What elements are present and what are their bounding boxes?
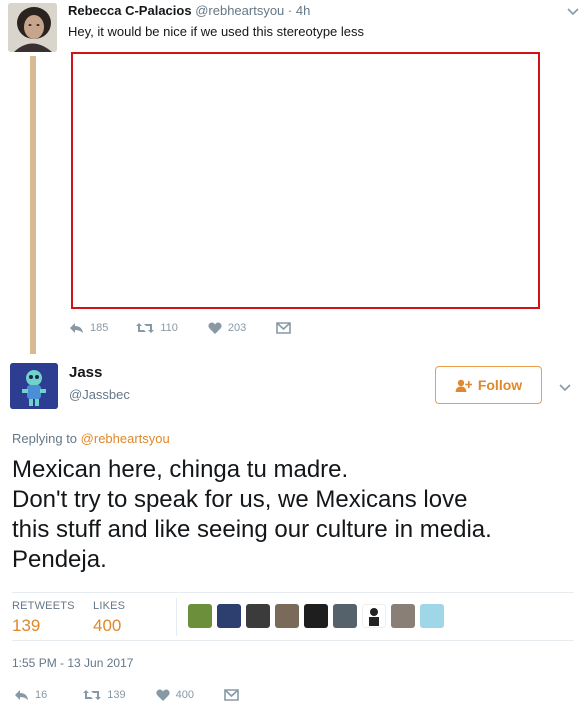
author-handle[interactable]: @Jassbec <box>69 387 130 402</box>
liker-avatar[interactable] <box>362 604 386 628</box>
parent-reply-action[interactable]: 185 <box>69 322 108 334</box>
follow-button-label: Follow <box>477 377 523 393</box>
reply-icon <box>70 323 83 333</box>
parent-like-action[interactable]: 203 <box>208 322 246 334</box>
retweet-count: 139 <box>107 689 126 701</box>
retweet-action[interactable]: 139 <box>83 689 126 701</box>
thread-connector-line <box>30 56 36 354</box>
liker-avatar[interactable] <box>246 604 270 628</box>
liker-avatar[interactable] <box>217 604 241 628</box>
parent-dm-action[interactable] <box>276 322 292 334</box>
stats-top-divider <box>12 592 574 593</box>
like-count: 400 <box>175 689 194 701</box>
liker-avatar[interactable] <box>333 604 357 628</box>
parent-author-name[interactable]: Rebecca C-Palacios <box>68 3 192 18</box>
liker-avatar[interactable] <box>420 604 444 628</box>
tweet-text: Mexican here, chinga tu madre. Don't try… <box>12 455 580 575</box>
author-name[interactable]: Jass <box>69 364 102 381</box>
parent-chevron-down-icon[interactable] <box>567 4 579 19</box>
liker-avatars <box>188 604 449 628</box>
tweet-chevron-down-icon[interactable] <box>559 380 571 395</box>
parent-tweet-time[interactable]: 4h <box>296 3 310 18</box>
replying-to: Replying to @rebheartsyou <box>12 431 170 446</box>
direct-message-icon <box>224 689 239 701</box>
follow-button[interactable]: Follow <box>435 366 542 404</box>
tweet-actions: 16 139 400 <box>14 689 239 701</box>
parent-time-separator: · <box>287 3 293 18</box>
likes-label: LIKES <box>93 600 126 612</box>
parent-author-handle[interactable]: @rebheartsyou <box>195 3 284 18</box>
reply-action[interactable]: 16 <box>14 689 47 701</box>
tweet-timestamp[interactable]: 1:55 PM - 13 Jun 2017 <box>12 656 133 670</box>
retweet-icon <box>136 323 155 333</box>
reply-count: 16 <box>35 689 48 701</box>
likes-value: 400 <box>93 616 122 635</box>
liker-avatar[interactable] <box>304 604 328 628</box>
heart-icon <box>155 689 170 701</box>
liker-avatar[interactable] <box>188 604 212 628</box>
tweet-text-line: this stuff and like seeing our culture i… <box>12 516 492 543</box>
liker-avatar[interactable] <box>391 604 415 628</box>
stats-separator <box>176 598 177 636</box>
liker-avatar[interactable] <box>275 604 299 628</box>
parent-retweet-count: 110 <box>160 322 178 334</box>
heart-icon <box>208 322 222 334</box>
avatar-rebecca-image <box>8 3 57 52</box>
parent-retweet-action[interactable]: 110 <box>136 322 178 334</box>
parent-like-count: 203 <box>227 322 247 334</box>
parent-tweet-media-placeholder[interactable] <box>71 52 540 309</box>
follow-user-icon <box>455 379 472 392</box>
retweets-stat[interactable]: RETWEETS 139 <box>12 600 75 636</box>
direct-message-icon <box>276 322 292 334</box>
likes-stat[interactable]: LIKES 400 <box>93 600 125 636</box>
retweets-value: 139 <box>12 616 41 635</box>
parent-reply-count: 185 <box>90 322 109 334</box>
tweet-text-line: Don't try to speak for us, we Mexicans l… <box>12 486 468 513</box>
avatar-jass[interactable] <box>10 363 58 409</box>
avatar-jass-image <box>10 363 58 409</box>
retweets-label: RETWEETS <box>12 600 75 612</box>
parent-tweet-actions: 185 110 203 <box>69 322 292 334</box>
tweet-text-line: Pendeja. <box>12 546 107 573</box>
like-action[interactable]: 400 <box>155 689 194 701</box>
avatar-rebecca[interactable] <box>8 3 57 52</box>
parent-tweet-header: Rebecca C-Palacios @rebheartsyou · 4h <box>68 3 310 18</box>
replying-to-handle-link[interactable]: @rebheartsyou <box>81 431 170 446</box>
stats-bottom-divider <box>12 640 574 641</box>
reply-icon <box>15 690 28 700</box>
parent-tweet-text: Hey, it would be nice if we used this st… <box>68 24 365 39</box>
dm-action[interactable] <box>224 689 239 701</box>
retweet-icon <box>83 690 102 700</box>
tweet-text-line: Mexican here, chinga tu madre. <box>12 456 349 483</box>
replying-to-prefix: Replying to <box>12 431 78 446</box>
